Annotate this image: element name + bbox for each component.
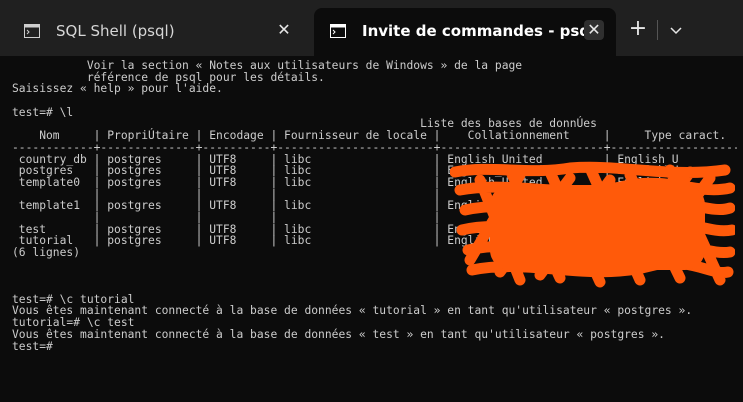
chevron-down-icon[interactable] (666, 20, 686, 40)
terminal-line: Saisissez « help » pour l'aide. (12, 82, 223, 96)
new-tab-button[interactable]: + (626, 18, 650, 42)
terminal-icon (24, 24, 40, 38)
tab-sql-shell[interactable]: SQL Shell (psql) ✕ (8, 8, 308, 56)
terminal-line: Vous êtes maintenant connecté à la base … (12, 327, 665, 341)
redaction-scribble (450, 161, 735, 288)
close-icon[interactable]: ✕ (274, 20, 294, 40)
terminal-line: test=# (12, 339, 53, 353)
terminal-window: SQL Shell (psql) ✕ Invite de commandes -… (0, 0, 743, 402)
terminal-icon (330, 24, 346, 38)
terminal-line: ------------+--------------+----------+-… (12, 140, 737, 154)
tab-bar-divider (657, 20, 658, 40)
terminal-line: Voir la section « Notes aux utilisateurs… (12, 60, 523, 72)
tab-bar: SQL Shell (psql) ✕ Invite de commandes -… (0, 0, 743, 56)
tab-title: SQL Shell (psql) (56, 22, 175, 40)
close-icon[interactable]: ✕ (584, 20, 604, 40)
tab-title: Invite de commandes - psql (362, 22, 596, 40)
tab-invite-de-commandes[interactable]: Invite de commandes - psql ✕ (314, 8, 616, 56)
